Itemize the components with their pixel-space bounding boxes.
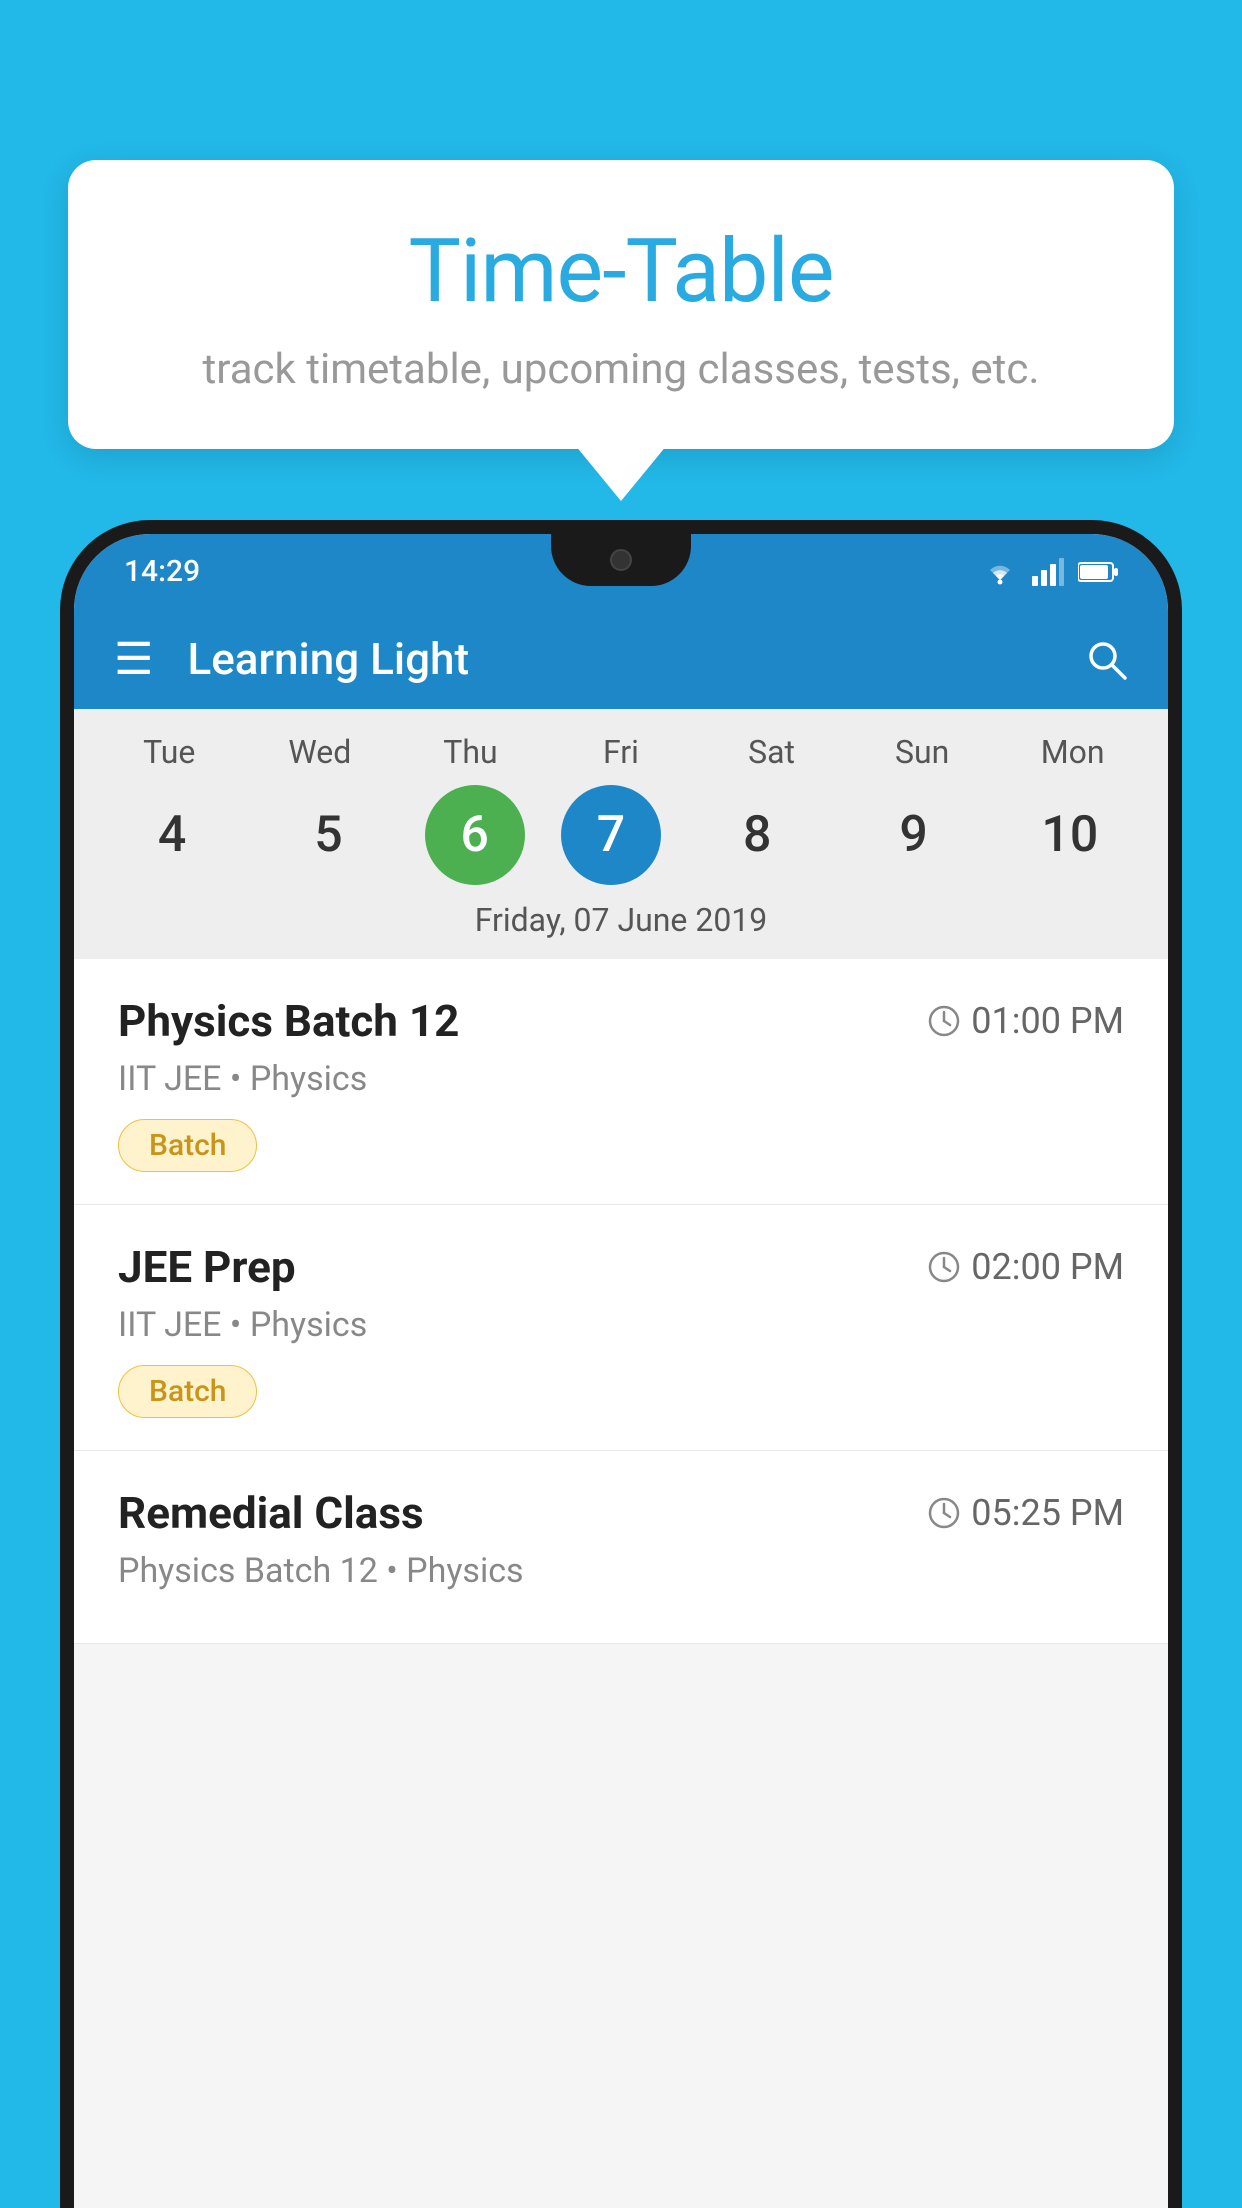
- schedule-meta-2: IIT JEE • Physics: [118, 1305, 1124, 1345]
- phone-inner: 14:29: [74, 534, 1168, 2208]
- schedule-item-2[interactable]: JEE Prep 02:00 PM IIT JEE • Physics Batc…: [74, 1205, 1168, 1451]
- schedule-title-3: Remedial Class: [118, 1487, 424, 1539]
- clock-icon-2: [927, 1250, 961, 1284]
- day-7-selected[interactable]: 7: [561, 785, 661, 885]
- day-header-thu: Thu: [410, 733, 530, 771]
- day-5[interactable]: 5: [268, 785, 388, 885]
- schedule-time-3: 05:25 PM: [927, 1492, 1124, 1534]
- day-numbers: 4 5 6 7 8 9 10: [74, 785, 1168, 885]
- camera-dot: [610, 549, 632, 571]
- day-header-tue: Tue: [109, 733, 229, 771]
- day-8[interactable]: 8: [697, 785, 817, 885]
- app-title: Learning Light: [187, 633, 1084, 685]
- schedule-title-1: Physics Batch 12: [118, 995, 459, 1047]
- status-time: 14:29: [124, 554, 200, 589]
- day-4[interactable]: 4: [112, 785, 232, 885]
- notch: [551, 534, 691, 586]
- day-9[interactable]: 9: [854, 785, 974, 885]
- batch-tag-1: Batch: [118, 1119, 257, 1172]
- schedule-list: Physics Batch 12 01:00 PM IIT JEE • Phys…: [74, 959, 1168, 1644]
- battery-icon: [1078, 561, 1118, 583]
- day-6-today[interactable]: 6: [425, 785, 525, 885]
- status-icons: [982, 558, 1118, 586]
- day-headers: Tue Wed Thu Fri Sat Sun Mon: [74, 733, 1168, 771]
- search-icon[interactable]: [1084, 637, 1128, 681]
- batch-tag-2: Batch: [118, 1365, 257, 1418]
- schedule-item-header-2: JEE Prep 02:00 PM: [118, 1241, 1124, 1293]
- wifi-icon: [982, 558, 1018, 586]
- day-header-sat: Sat: [712, 733, 832, 771]
- schedule-meta-1: IIT JEE • Physics: [118, 1059, 1124, 1099]
- schedule-title-2: JEE Prep: [118, 1241, 296, 1293]
- schedule-item-1[interactable]: Physics Batch 12 01:00 PM IIT JEE • Phys…: [74, 959, 1168, 1205]
- signal-icon: [1032, 558, 1064, 586]
- selected-date-label: Friday, 07 June 2019: [74, 885, 1168, 959]
- schedule-time-2: 02:00 PM: [927, 1246, 1124, 1288]
- tooltip-card: Time-Table track timetable, upcoming cla…: [68, 160, 1174, 449]
- phone-frame: 14:29: [60, 520, 1182, 2208]
- day-header-fri: Fri: [561, 733, 681, 771]
- schedule-item-header-3: Remedial Class 05:25 PM: [118, 1487, 1124, 1539]
- app-bar: ☰ Learning Light: [74, 609, 1168, 709]
- clock-icon-3: [927, 1496, 961, 1530]
- status-bar: 14:29: [74, 534, 1168, 609]
- day-header-mon: Mon: [1013, 733, 1133, 771]
- schedule-time-text-3: 05:25 PM: [971, 1492, 1124, 1534]
- schedule-time-text-2: 02:00 PM: [971, 1246, 1124, 1288]
- schedule-time-text-1: 01:00 PM: [971, 1000, 1124, 1042]
- hamburger-icon[interactable]: ☰: [114, 637, 153, 681]
- tooltip-title: Time-Table: [148, 220, 1094, 323]
- day-10[interactable]: 10: [1010, 785, 1130, 885]
- day-header-wed: Wed: [260, 733, 380, 771]
- schedule-meta-3: Physics Batch 12 • Physics: [118, 1551, 1124, 1591]
- clock-icon-1: [927, 1004, 961, 1038]
- day-header-sun: Sun: [862, 733, 982, 771]
- schedule-item-header-1: Physics Batch 12 01:00 PM: [118, 995, 1124, 1047]
- schedule-time-1: 01:00 PM: [927, 1000, 1124, 1042]
- schedule-item-3[interactable]: Remedial Class 05:25 PM Physics Batch 12…: [74, 1451, 1168, 1644]
- tooltip-subtitle: track timetable, upcoming classes, tests…: [148, 345, 1094, 394]
- calendar-strip: Tue Wed Thu Fri Sat Sun Mon 4 5 6 7 8 9 …: [74, 709, 1168, 959]
